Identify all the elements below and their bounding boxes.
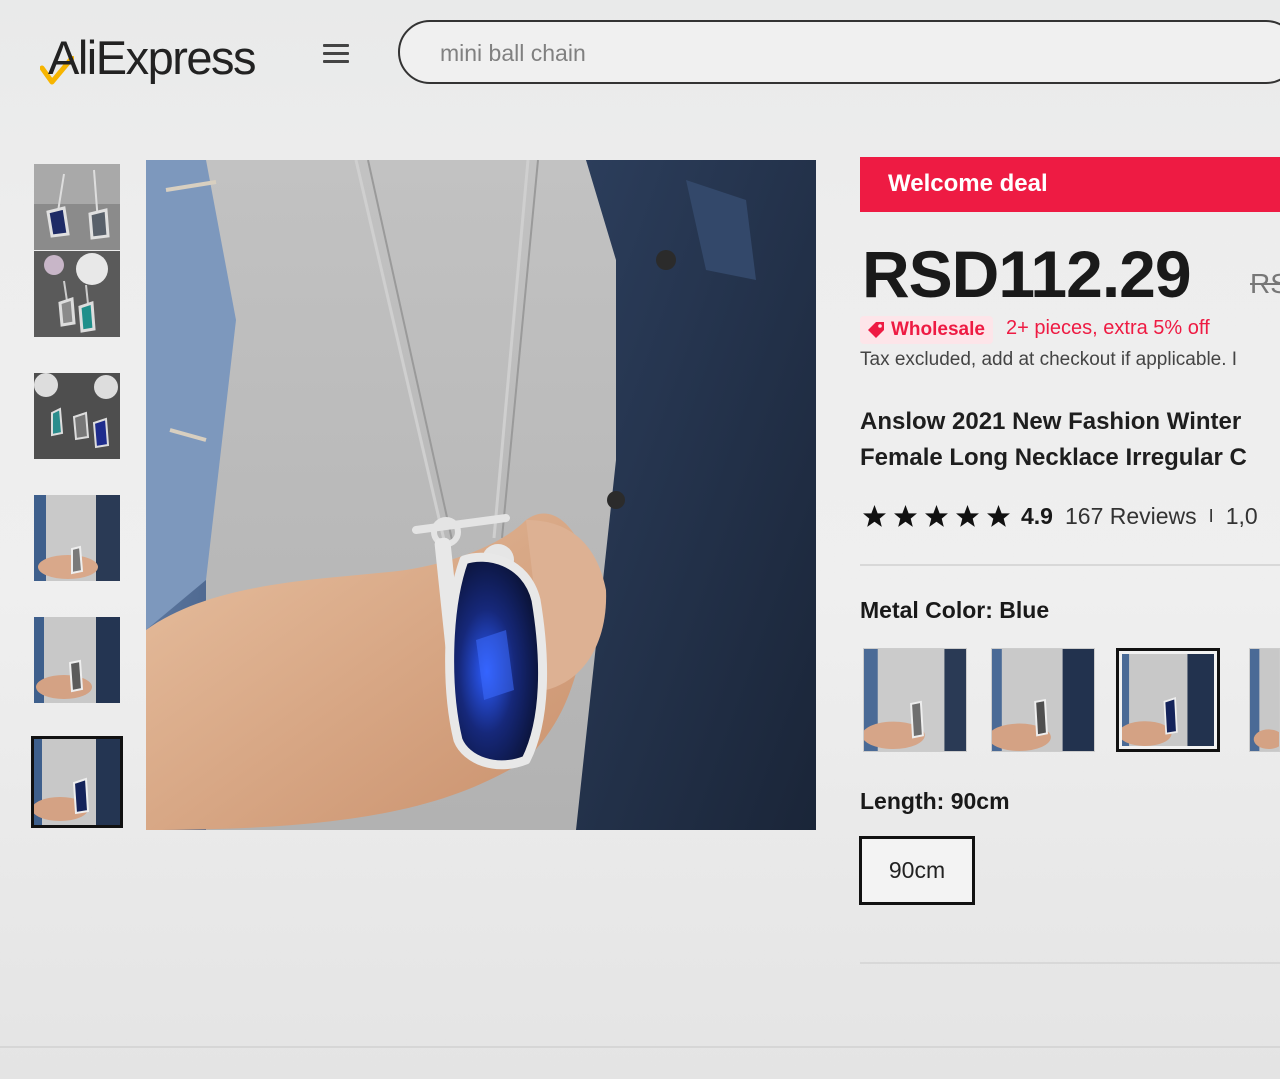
search-input[interactable] (440, 36, 1040, 70)
color-swatch[interactable] (1249, 648, 1280, 752)
search-bar[interactable] (398, 20, 1280, 84)
product-title-line-2: Female Long Necklace Irregular C (860, 444, 1247, 471)
product-main-image[interactable] (146, 160, 816, 830)
rating-row: 4.9 167 Reviews I 1,0 (862, 503, 1258, 530)
length-option-90cm[interactable]: 90cm (859, 836, 975, 905)
divider (860, 564, 1280, 566)
thumbnail-image[interactable] (34, 164, 120, 250)
wholesale-offer: 2+ pieces, extra 5% off (1006, 317, 1210, 339)
hamburger-menu-icon[interactable] (323, 44, 349, 68)
color-swatch[interactable] (991, 648, 1095, 752)
color-swatch[interactable] (863, 648, 967, 752)
logo-text: AliExpress (48, 31, 257, 84)
metal-color-label: Metal Color: Blue (860, 597, 1050, 623)
aliexpress-logo[interactable]: AliExpress (40, 30, 310, 88)
length-label: Length: 90cm (860, 788, 1010, 814)
thumbnail-image-selected[interactable] (31, 736, 123, 828)
price-tag-icon (868, 322, 884, 338)
divider (860, 962, 1280, 964)
sold-count: 1,0 (1225, 503, 1258, 529)
star-icon (863, 505, 886, 527)
wholesale-badge: Wholesale (860, 316, 993, 344)
product-price: RSD112.29 (862, 237, 1192, 311)
rating-stars (862, 504, 1011, 529)
thumbnail-image[interactable] (34, 617, 120, 703)
rating-value: 4.9 (1021, 503, 1053, 529)
star-icon (894, 505, 917, 527)
original-price: RS (1250, 268, 1280, 299)
star-icon (925, 505, 948, 527)
rating-separator: I (1208, 506, 1214, 526)
thumbnail-image[interactable] (34, 495, 120, 581)
product-title-line-1: Anslow 2021 New Fashion Winter (860, 408, 1242, 435)
thumbnail-image[interactable] (34, 373, 120, 459)
star-icon (956, 505, 979, 527)
product-title: Anslow 2021 New Fashion Winter Female Lo… (860, 404, 1280, 480)
divider (0, 1046, 1280, 1048)
welcome-deal-banner: Welcome deal (860, 157, 1280, 212)
deal-label: Welcome deal (888, 170, 1048, 197)
color-swatch-selected[interactable] (1116, 648, 1220, 752)
tax-note: Tax excluded, add at checkout if applica… (860, 349, 1238, 370)
star-icon (987, 505, 1010, 527)
wholesale-label: Wholesale (891, 319, 985, 340)
text-cursor-icon (1276, 46, 1280, 76)
thumbnail-image[interactable] (34, 251, 120, 337)
reviews-link[interactable]: 167 Reviews (1065, 503, 1197, 530)
